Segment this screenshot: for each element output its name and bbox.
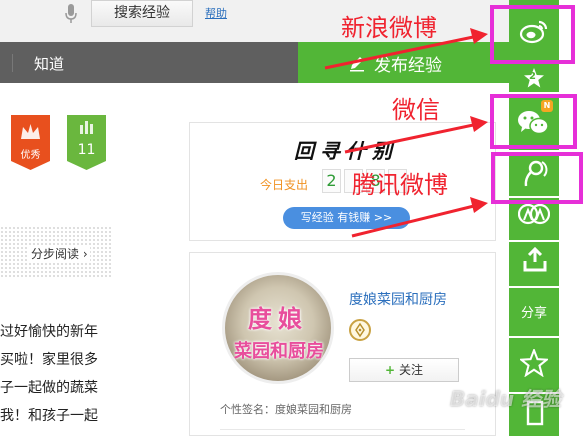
arrow-head [470, 197, 488, 213]
arrow-line [344, 122, 479, 154]
arrow-line [324, 34, 479, 70]
baidu-watermark: Baidu 经验 [450, 387, 562, 411]
annotation-arrows [324, 28, 488, 238]
page: 搜索经验 帮助 知道 发布经验 优秀 11 分步阅读 › 过好愉快的新年 买啦！… [0, 0, 587, 436]
arrow-head [470, 116, 488, 132]
arrow-head [470, 28, 488, 44]
arrow-line [351, 203, 479, 238]
